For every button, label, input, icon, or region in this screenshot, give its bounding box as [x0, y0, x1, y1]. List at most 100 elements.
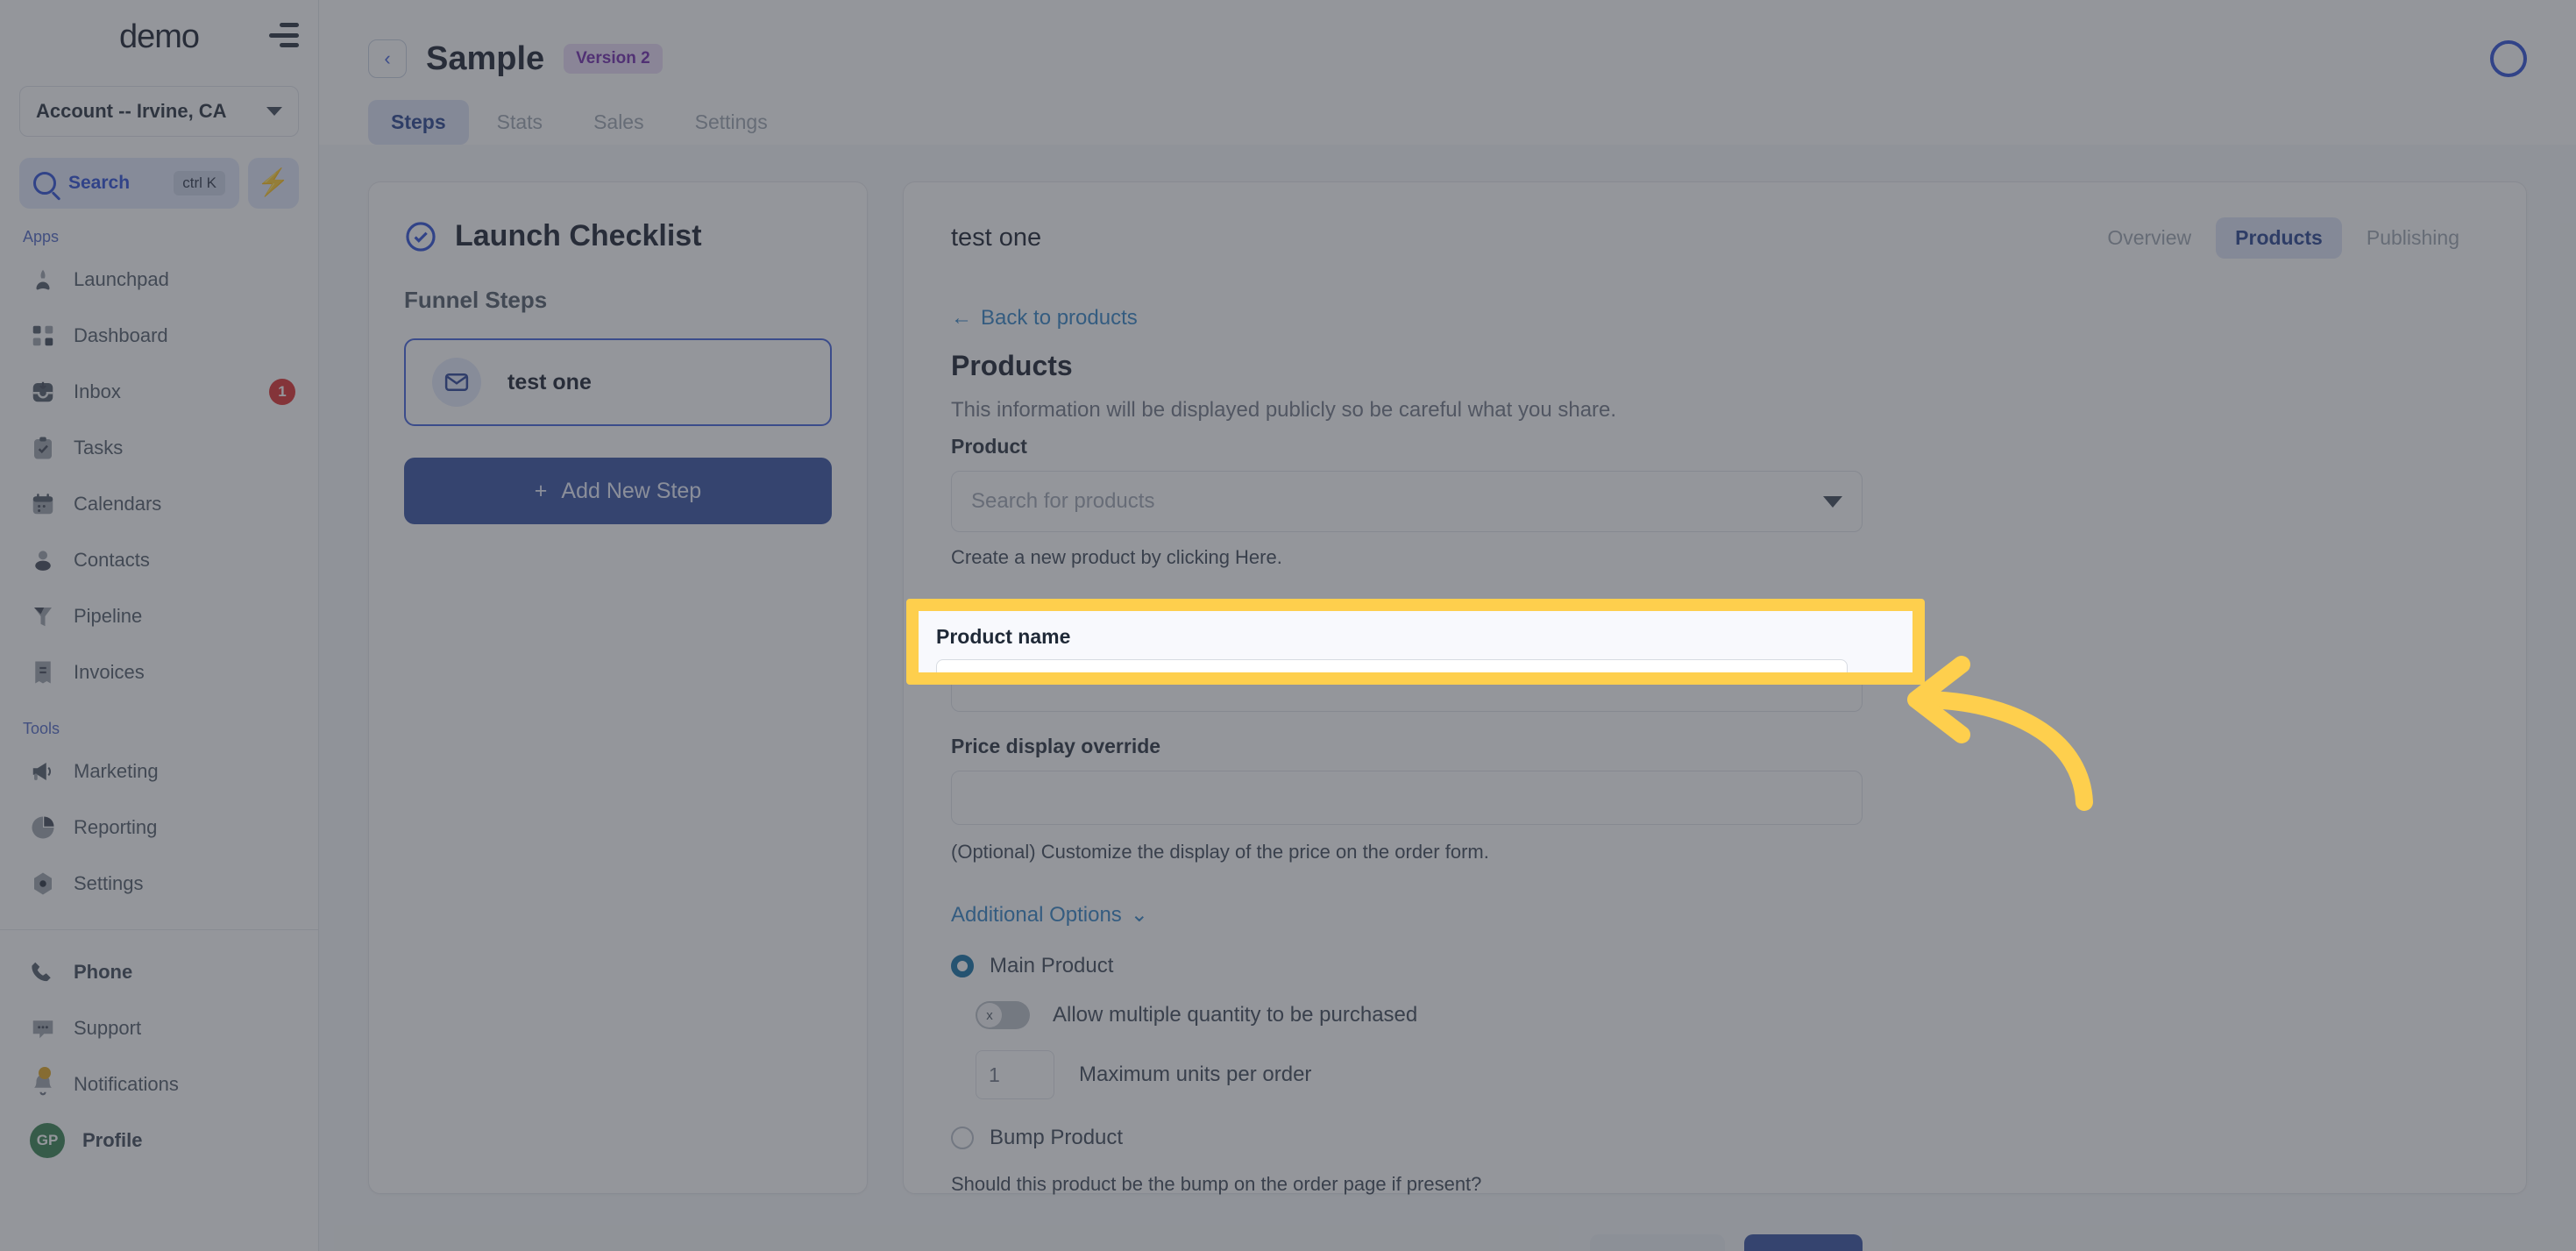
toggle-knob: x — [977, 1003, 1002, 1027]
tab-steps[interactable]: Steps — [368, 100, 469, 145]
sidebar-item-contacts[interactable]: Contacts — [0, 532, 318, 588]
sidebar-group-label-tools: Tools — [23, 720, 60, 737]
section-subtitle: This information will be displayed publi… — [951, 398, 1617, 422]
sidebar-item-label: Inbox — [74, 380, 121, 402]
launchpad-icon — [30, 267, 56, 293]
main-product-label: Main Product — [990, 954, 1114, 977]
avatar: GP — [30, 1123, 65, 1158]
sidebar-item-support[interactable]: Support — [0, 1000, 318, 1056]
main-product-radio[interactable] — [951, 955, 974, 977]
sidebar-item-calendars[interactable]: Calendars — [0, 476, 318, 532]
sidebar-bottom: Phone Support Notifications GP Profile — [0, 944, 318, 1169]
funnel-step-name: test one — [507, 369, 592, 394]
price-override-hint: (Optional) Customize the display of the … — [951, 841, 1489, 863]
highlight-callout-box: Product name — [906, 599, 1925, 685]
sidebar-item-profile[interactable]: GP Profile — [0, 1112, 318, 1169]
curved-arrow-left-icon — [1907, 656, 2093, 811]
funnel-step-item[interactable]: test one — [404, 338, 832, 426]
brand-logo: demo — [118, 18, 200, 55]
bump-product-radio-row[interactable]: Bump Product — [951, 1126, 1863, 1150]
funnel-steps-label: Funnel Steps — [404, 287, 548, 313]
sidebar-item-label: Profile — [82, 1129, 143, 1151]
product-search-placeholder: Search for products — [971, 489, 1155, 513]
product-name-label-highlighted: Product name — [936, 625, 1071, 648]
bump-product-radio[interactable] — [951, 1127, 974, 1149]
help-circle-icon[interactable] — [2490, 40, 2527, 77]
form-actions: Cancel Save — [951, 1234, 1863, 1251]
chevron-down-icon — [1823, 495, 1842, 508]
account-selector[interactable]: Account -- Irvine, CA — [19, 86, 299, 137]
search-input[interactable]: Search ctrl K — [19, 158, 239, 209]
sidebar-item-label: Marketing — [74, 760, 159, 782]
add-new-step-button[interactable]: + Add New Step — [404, 458, 832, 524]
tab-stats[interactable]: Stats — [474, 100, 565, 145]
sidebar-item-pipeline[interactable]: Pipeline — [0, 588, 318, 644]
product-search-select[interactable]: Search for products — [951, 471, 1863, 532]
sidebar-item-reporting[interactable]: Reporting — [0, 800, 318, 856]
add-new-step-label: Add New Step — [561, 478, 702, 503]
search-row: Search ctrl K ⚡ — [19, 158, 299, 209]
sidebar-item-label: Phone — [74, 961, 133, 983]
tab-sales[interactable]: Sales — [571, 100, 667, 145]
phone-icon — [30, 959, 56, 985]
search-shortcut: ctrl K — [174, 171, 225, 195]
back-to-products-link[interactable]: ← Back to products — [951, 306, 1863, 331]
clipboard-check-icon — [30, 435, 56, 461]
envelope-icon — [432, 358, 481, 407]
create-product-hint: Create a new product by clicking Here. — [951, 546, 1282, 568]
menu-collapse-icon[interactable] — [269, 23, 299, 47]
allow-multiple-row[interactable]: x Allow multiple quantity to be purchase… — [976, 1001, 1863, 1029]
sidebar-item-label: Launchpad — [74, 268, 169, 290]
max-units-row: Maximum units per order — [976, 1050, 1863, 1099]
bump-product-label: Bump Product — [990, 1126, 1124, 1149]
product-name-input-highlighted[interactable] — [936, 659, 1848, 672]
sidebar-item-dashboard[interactable]: Dashboard — [0, 308, 318, 364]
main-tabs: Steps Stats Sales Settings — [368, 84, 2527, 145]
additional-options-toggle[interactable]: Additional Options ⌄ — [951, 902, 1863, 928]
product-detail-card: test one Overview Products Publishing ← … — [903, 181, 2527, 1251]
launch-checklist-card: Launch Checklist Funnel Steps test one +… — [368, 181, 868, 1194]
allow-multiple-label: Allow multiple quantity to be purchased — [1053, 1003, 1418, 1027]
sidebar-item-label: Contacts — [74, 549, 150, 571]
sidebar-item-tasks[interactable]: Tasks — [0, 420, 318, 476]
sidebar-item-notifications[interactable]: Notifications — [0, 1056, 318, 1112]
sidebar-item-label: Tasks — [74, 437, 124, 458]
notification-dot-icon — [39, 1067, 51, 1079]
tab-publishing[interactable]: Publishing — [2347, 217, 2479, 259]
sidebar-item-settings[interactable]: Settings — [0, 856, 318, 912]
search-icon — [33, 172, 56, 195]
chevron-down-icon — [266, 107, 282, 116]
chevron-left-icon[interactable]: ‹ — [368, 39, 407, 78]
sidebar-item-inbox[interactable]: Inbox 1 — [0, 364, 318, 420]
max-units-input[interactable] — [976, 1050, 1054, 1099]
inbox-badge: 1 — [269, 379, 295, 405]
sidebar-item-launchpad[interactable]: Launchpad — [0, 252, 318, 308]
product-field-label: Product — [951, 435, 1027, 458]
version-badge: Version 2 — [564, 44, 663, 74]
cancel-button[interactable]: Cancel — [1589, 1234, 1726, 1251]
sidebar-item-label: Dashboard — [74, 324, 168, 346]
quick-actions-button[interactable]: ⚡ — [248, 158, 299, 209]
tab-settings[interactable]: Settings — [672, 100, 791, 145]
bump-product-hint: Should this product be the bump on the o… — [951, 1173, 1482, 1195]
save-button[interactable]: Save — [1744, 1234, 1863, 1251]
max-units-label: Maximum units per order — [1079, 1063, 1312, 1086]
back-to-products-label: Back to products — [981, 306, 1138, 330]
content-area: Launch Checklist Funnel Steps test one +… — [319, 145, 2576, 1251]
sidebar-item-marketing[interactable]: Marketing — [0, 743, 318, 800]
person-icon — [30, 547, 56, 573]
tab-overview[interactable]: Overview — [2088, 217, 2211, 259]
lightning-bolt-icon: ⚡ — [257, 168, 290, 197]
checklist-title: Launch Checklist — [455, 219, 702, 252]
funnel-icon — [30, 603, 56, 629]
pie-chart-icon — [30, 814, 56, 841]
sidebar-item-phone[interactable]: Phone — [0, 944, 318, 1000]
sidebar: demo Account -- Irvine, CA Search ctrl K… — [0, 0, 319, 1251]
sidebar-item-invoices[interactable]: Invoices — [0, 644, 318, 700]
main-product-radio-row[interactable]: Main Product — [951, 954, 1863, 978]
chat-bubble-icon — [30, 1015, 56, 1041]
price-override-input[interactable] — [951, 771, 1863, 825]
tab-products[interactable]: Products — [2216, 217, 2342, 259]
allow-multiple-toggle[interactable]: x — [976, 1001, 1030, 1029]
sidebar-item-label: Reporting — [74, 816, 158, 838]
